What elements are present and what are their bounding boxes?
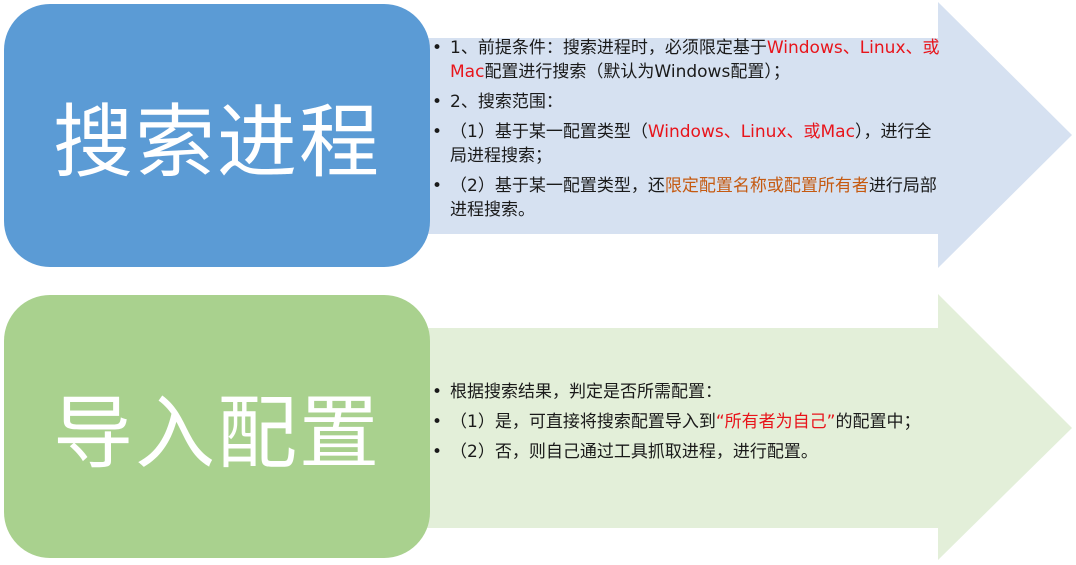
list-item: • 1、前提条件：搜索进程时，必须限定基于Windows、Linux、或Mac配… — [432, 38, 940, 82]
list-item: • （1）基于某一配置类型（Windows、Linux、或Mac），进行全局进程… — [432, 122, 932, 166]
bullet-dot: • — [432, 412, 443, 432]
bullet-dot: • — [432, 176, 443, 196]
bullet-dot: • — [432, 442, 443, 462]
search-process-block: 搜索进程 — [4, 4, 430, 267]
list-item: • （1）是，可直接将搜索配置导入到“所有者为自己”的配置中； — [432, 412, 921, 432]
list-item: • （2）基于某一配置类型，还限定配置名称或配置所有者进行局部进程搜索。 — [432, 176, 937, 220]
import-config-title: 导入配置 — [53, 386, 381, 480]
list-item: • 2、搜索范围： — [432, 92, 563, 112]
list-item: • 根据搜索结果，判定是否所需配置： — [432, 382, 722, 402]
import-config-bullets: • 根据搜索结果，判定是否所需配置： • （1）是，可直接将搜索配置导入到“所有… — [432, 380, 947, 470]
import-config-block: 导入配置 — [4, 295, 430, 558]
search-process-bullets: • 1、前提条件：搜索进程时，必须限定基于Windows、Linux、或Mac配… — [432, 36, 947, 228]
bullet-dot: • — [432, 122, 443, 142]
bullet-dot: • — [432, 38, 443, 58]
bullet-dot: • — [432, 92, 443, 112]
search-process-title: 搜索进程 — [53, 95, 381, 189]
list-item: • （2）否，则自己通过工具抓取进程，进行配置。 — [432, 442, 818, 462]
bullet-dot: • — [432, 382, 443, 402]
